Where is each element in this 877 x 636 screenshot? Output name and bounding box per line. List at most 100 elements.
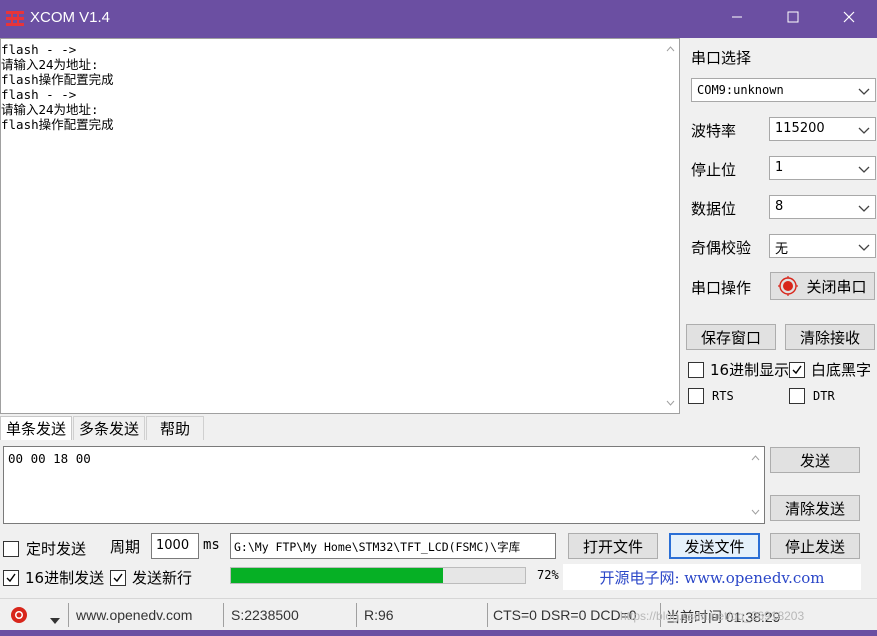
maximize-button[interactable] [764, 0, 822, 38]
file-path-input[interactable]: G:\My FTP\My Home\STM32\TFT_LCD(FSMC)\字库 [230, 533, 556, 559]
status-divider [68, 603, 69, 627]
send-progress-bar [230, 567, 526, 584]
parity-label: 奇偶校验 [691, 239, 752, 257]
checkmark-icon [113, 573, 123, 582]
rts-option[interactable]: RTS [688, 388, 734, 404]
stop-bits-select[interactable]: 1 [769, 156, 876, 180]
newline-label: 发送新行 [132, 569, 193, 587]
maximize-icon [787, 11, 799, 27]
baud-select[interactable]: 115200 [769, 117, 876, 141]
hex-display-option[interactable]: 16进制显示 [688, 359, 789, 380]
period-input[interactable]: 1000 [151, 533, 199, 559]
timed-send-label: 定时发送 [26, 540, 87, 558]
receive-text: flash - -> 请输入24为地址: flash操作配置完成 flash -… [1, 42, 114, 132]
close-icon [843, 11, 855, 27]
sent-count: S:2238500 [231, 607, 299, 623]
port-value: COM9:unknown [697, 83, 784, 97]
hex-display-label: 16进制显示 [710, 361, 790, 379]
scroll-up-icon[interactable] [662, 41, 679, 57]
scroll-up-icon[interactable] [747, 450, 764, 466]
dtr-checkbox[interactable] [789, 388, 805, 404]
window-title: XCOM V1.4 [30, 9, 111, 26]
clear-receive-button[interactable]: 清除接收 [785, 324, 875, 350]
minimize-button[interactable] [708, 0, 766, 38]
dtr-option[interactable]: DTR [789, 388, 835, 404]
taskbar-strip [0, 630, 877, 636]
hex-send-checkbox[interactable] [3, 569, 19, 586]
close-button[interactable] [820, 0, 877, 38]
send-file-button[interactable]: 发送文件 [669, 533, 760, 559]
send-button[interactable]: 发送 [770, 447, 860, 473]
receive-line: flash - -> [1, 42, 77, 57]
title-bar: XCOM V1.4 [0, 0, 877, 38]
progress-fill [231, 568, 443, 583]
checkmark-icon [6, 573, 16, 582]
tab-multi-send[interactable]: 多条发送 [73, 416, 145, 440]
checkmark-icon [792, 365, 802, 374]
newline-option[interactable]: 发送新行 [110, 567, 192, 588]
rts-label: RTS [712, 389, 734, 403]
receive-line: flash - -> [1, 87, 77, 102]
dtr-label: DTR [813, 389, 835, 403]
parity-select[interactable]: 无 [769, 234, 876, 258]
rts-checkbox[interactable] [688, 388, 704, 404]
receive-scrollbar[interactable] [662, 39, 679, 413]
receive-area[interactable]: flash - -> 请输入24为地址: flash操作配置完成 flash -… [0, 38, 680, 414]
progress-percent: 72% [537, 568, 559, 582]
receive-line: 请输入24为地址: [1, 102, 99, 117]
timed-send-option[interactable]: 定时发送 [3, 538, 86, 559]
port-select[interactable]: COM9:unknown [691, 78, 876, 102]
close-port-label: 关闭串口 [806, 277, 867, 296]
clear-send-button[interactable]: 清除发送 [770, 495, 860, 521]
chevron-down-icon [858, 163, 870, 175]
minimize-icon [731, 11, 743, 27]
send-input[interactable]: 00 00 18 00 [3, 446, 765, 524]
app-icon[interactable] [5, 10, 25, 27]
tab-single-send[interactable]: 单条发送 [0, 416, 72, 440]
hex-display-checkbox[interactable] [688, 361, 704, 378]
tab-help[interactable]: 帮助 [146, 416, 204, 440]
white-bg-checkbox[interactable] [789, 361, 805, 378]
data-bits-value: 8 [775, 199, 784, 214]
parity-value: 无 [775, 242, 789, 257]
scroll-down-icon[interactable] [747, 504, 764, 520]
period-label: 周期 [110, 538, 141, 556]
port-section-title: 串口选择 [691, 49, 752, 67]
record-status-icon[interactable] [10, 606, 28, 628]
baud-label: 波特率 [691, 122, 737, 140]
scroll-down-icon[interactable] [662, 395, 679, 411]
openedv-banner[interactable]: 开源电子网: www.openedv.com [563, 564, 861, 590]
hex-send-label: 16进制发送 [25, 569, 105, 587]
status-divider [356, 603, 357, 627]
status-divider [487, 603, 488, 627]
timed-send-checkbox[interactable] [3, 540, 19, 557]
newline-checkbox[interactable] [110, 569, 126, 586]
save-window-button[interactable]: 保存窗口 [686, 324, 776, 350]
data-bits-select[interactable]: 8 [769, 195, 876, 219]
open-file-button[interactable]: 打开文件 [568, 533, 658, 559]
stop-send-button[interactable]: 停止发送 [770, 533, 860, 559]
received-count: R:96 [364, 607, 394, 623]
chevron-down-icon [858, 124, 870, 136]
white-bg-label: 白底黑字 [811, 361, 872, 379]
chevron-down-icon [858, 202, 870, 214]
stop-bits-label: 停止位 [691, 161, 737, 179]
receive-line: flash操作配置完成 [1, 72, 114, 87]
watermark: https://blog.csdn.net/qq_26918203 [620, 609, 805, 623]
hex-send-option[interactable]: 16进制发送 [3, 567, 104, 588]
receive-line: 请输入24为地址: [1, 57, 99, 72]
line-status: CTS=0 DSR=0 DCD=0 [493, 607, 637, 623]
period-unit: ms [203, 537, 220, 553]
send-text: 00 00 18 00 [8, 451, 91, 466]
baud-value: 115200 [775, 121, 825, 136]
chevron-down-icon [858, 85, 870, 97]
white-bg-option[interactable]: 白底黑字 [789, 359, 871, 380]
status-bar: www.openedv.com S:2238500 R:96 CTS=0 DSR… [0, 598, 877, 630]
status-url[interactable]: www.openedv.com [76, 607, 192, 623]
receive-line: flash操作配置完成 [1, 117, 114, 132]
close-port-button[interactable]: 关闭串口 [770, 272, 875, 300]
stop-bits-value: 1 [775, 160, 784, 175]
chevron-down-icon [858, 241, 870, 253]
dropdown-arrow-icon[interactable] [50, 613, 60, 628]
send-scrollbar[interactable] [747, 447, 764, 523]
